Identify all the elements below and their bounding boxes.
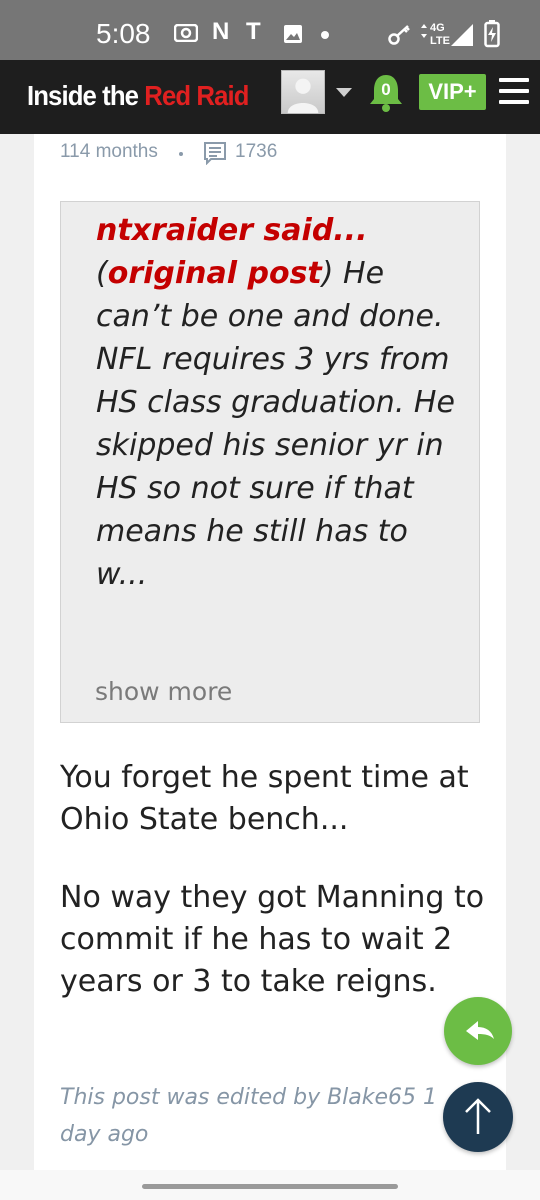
battery-charging-icon xyxy=(484,20,500,48)
status-time: 5:08 xyxy=(96,18,151,49)
site-logo[interactable]: Inside the Red Raiders xyxy=(27,78,248,114)
scroll-to-top-button[interactable] xyxy=(443,1082,513,1152)
camera-icon xyxy=(174,24,198,42)
quote-open-paren: ( xyxy=(96,256,108,291)
arrow-up-icon xyxy=(465,1098,491,1134)
comment-count: 1736 xyxy=(235,141,278,162)
logo-text-red: Red Raiders xyxy=(144,80,248,111)
quote-text: ntxraider said... (original post) He can’… xyxy=(96,209,456,596)
vip-button[interactable]: VIP+ xyxy=(419,74,486,110)
quote-body: ) He can’t be one and done. NFL requires… xyxy=(96,256,455,592)
system-nav-bar xyxy=(0,1170,540,1200)
svg-text:4G: 4G xyxy=(430,22,445,34)
signal-4g-lte-icon: 4G LTE xyxy=(421,22,473,47)
separator-dot xyxy=(179,152,183,156)
comment-icon xyxy=(204,142,226,165)
reply-button[interactable] xyxy=(444,997,512,1065)
svg-text:LTE: LTE xyxy=(430,35,450,47)
t-icon: T xyxy=(246,18,261,45)
dot-icon xyxy=(321,31,329,39)
notifications-bell-icon[interactable]: 0 xyxy=(367,72,405,114)
post-paragraph-2: No way they got Manning to commit if he … xyxy=(60,880,485,999)
post-paragraph-1: You forget he spent time at Ohio State b… xyxy=(60,760,469,837)
notification-count: 0 xyxy=(381,80,391,99)
avatar[interactable] xyxy=(281,70,325,114)
image-icon xyxy=(284,25,302,43)
status-bar: 5:08 N T 4G LTE xyxy=(0,0,540,60)
post-age: 114 months xyxy=(60,141,158,162)
home-gesture-handle[interactable] xyxy=(142,1184,398,1189)
show-more-link[interactable]: show more xyxy=(95,677,232,706)
user-silhouette-icon xyxy=(287,78,319,113)
reply-arrow-icon xyxy=(466,1021,494,1040)
original-post-link[interactable]: original post xyxy=(108,256,322,291)
key-icon xyxy=(388,25,410,45)
logo-text-white: Inside the xyxy=(27,80,145,111)
edited-note: This post was edited by Blake65 1 day ag… xyxy=(60,1085,438,1147)
quote-author[interactable]: ntxraider said... xyxy=(96,213,367,248)
netflix-icon: N xyxy=(212,18,230,45)
account-dropdown-icon[interactable] xyxy=(336,88,352,97)
hamburger-menu-icon[interactable] xyxy=(499,78,529,104)
